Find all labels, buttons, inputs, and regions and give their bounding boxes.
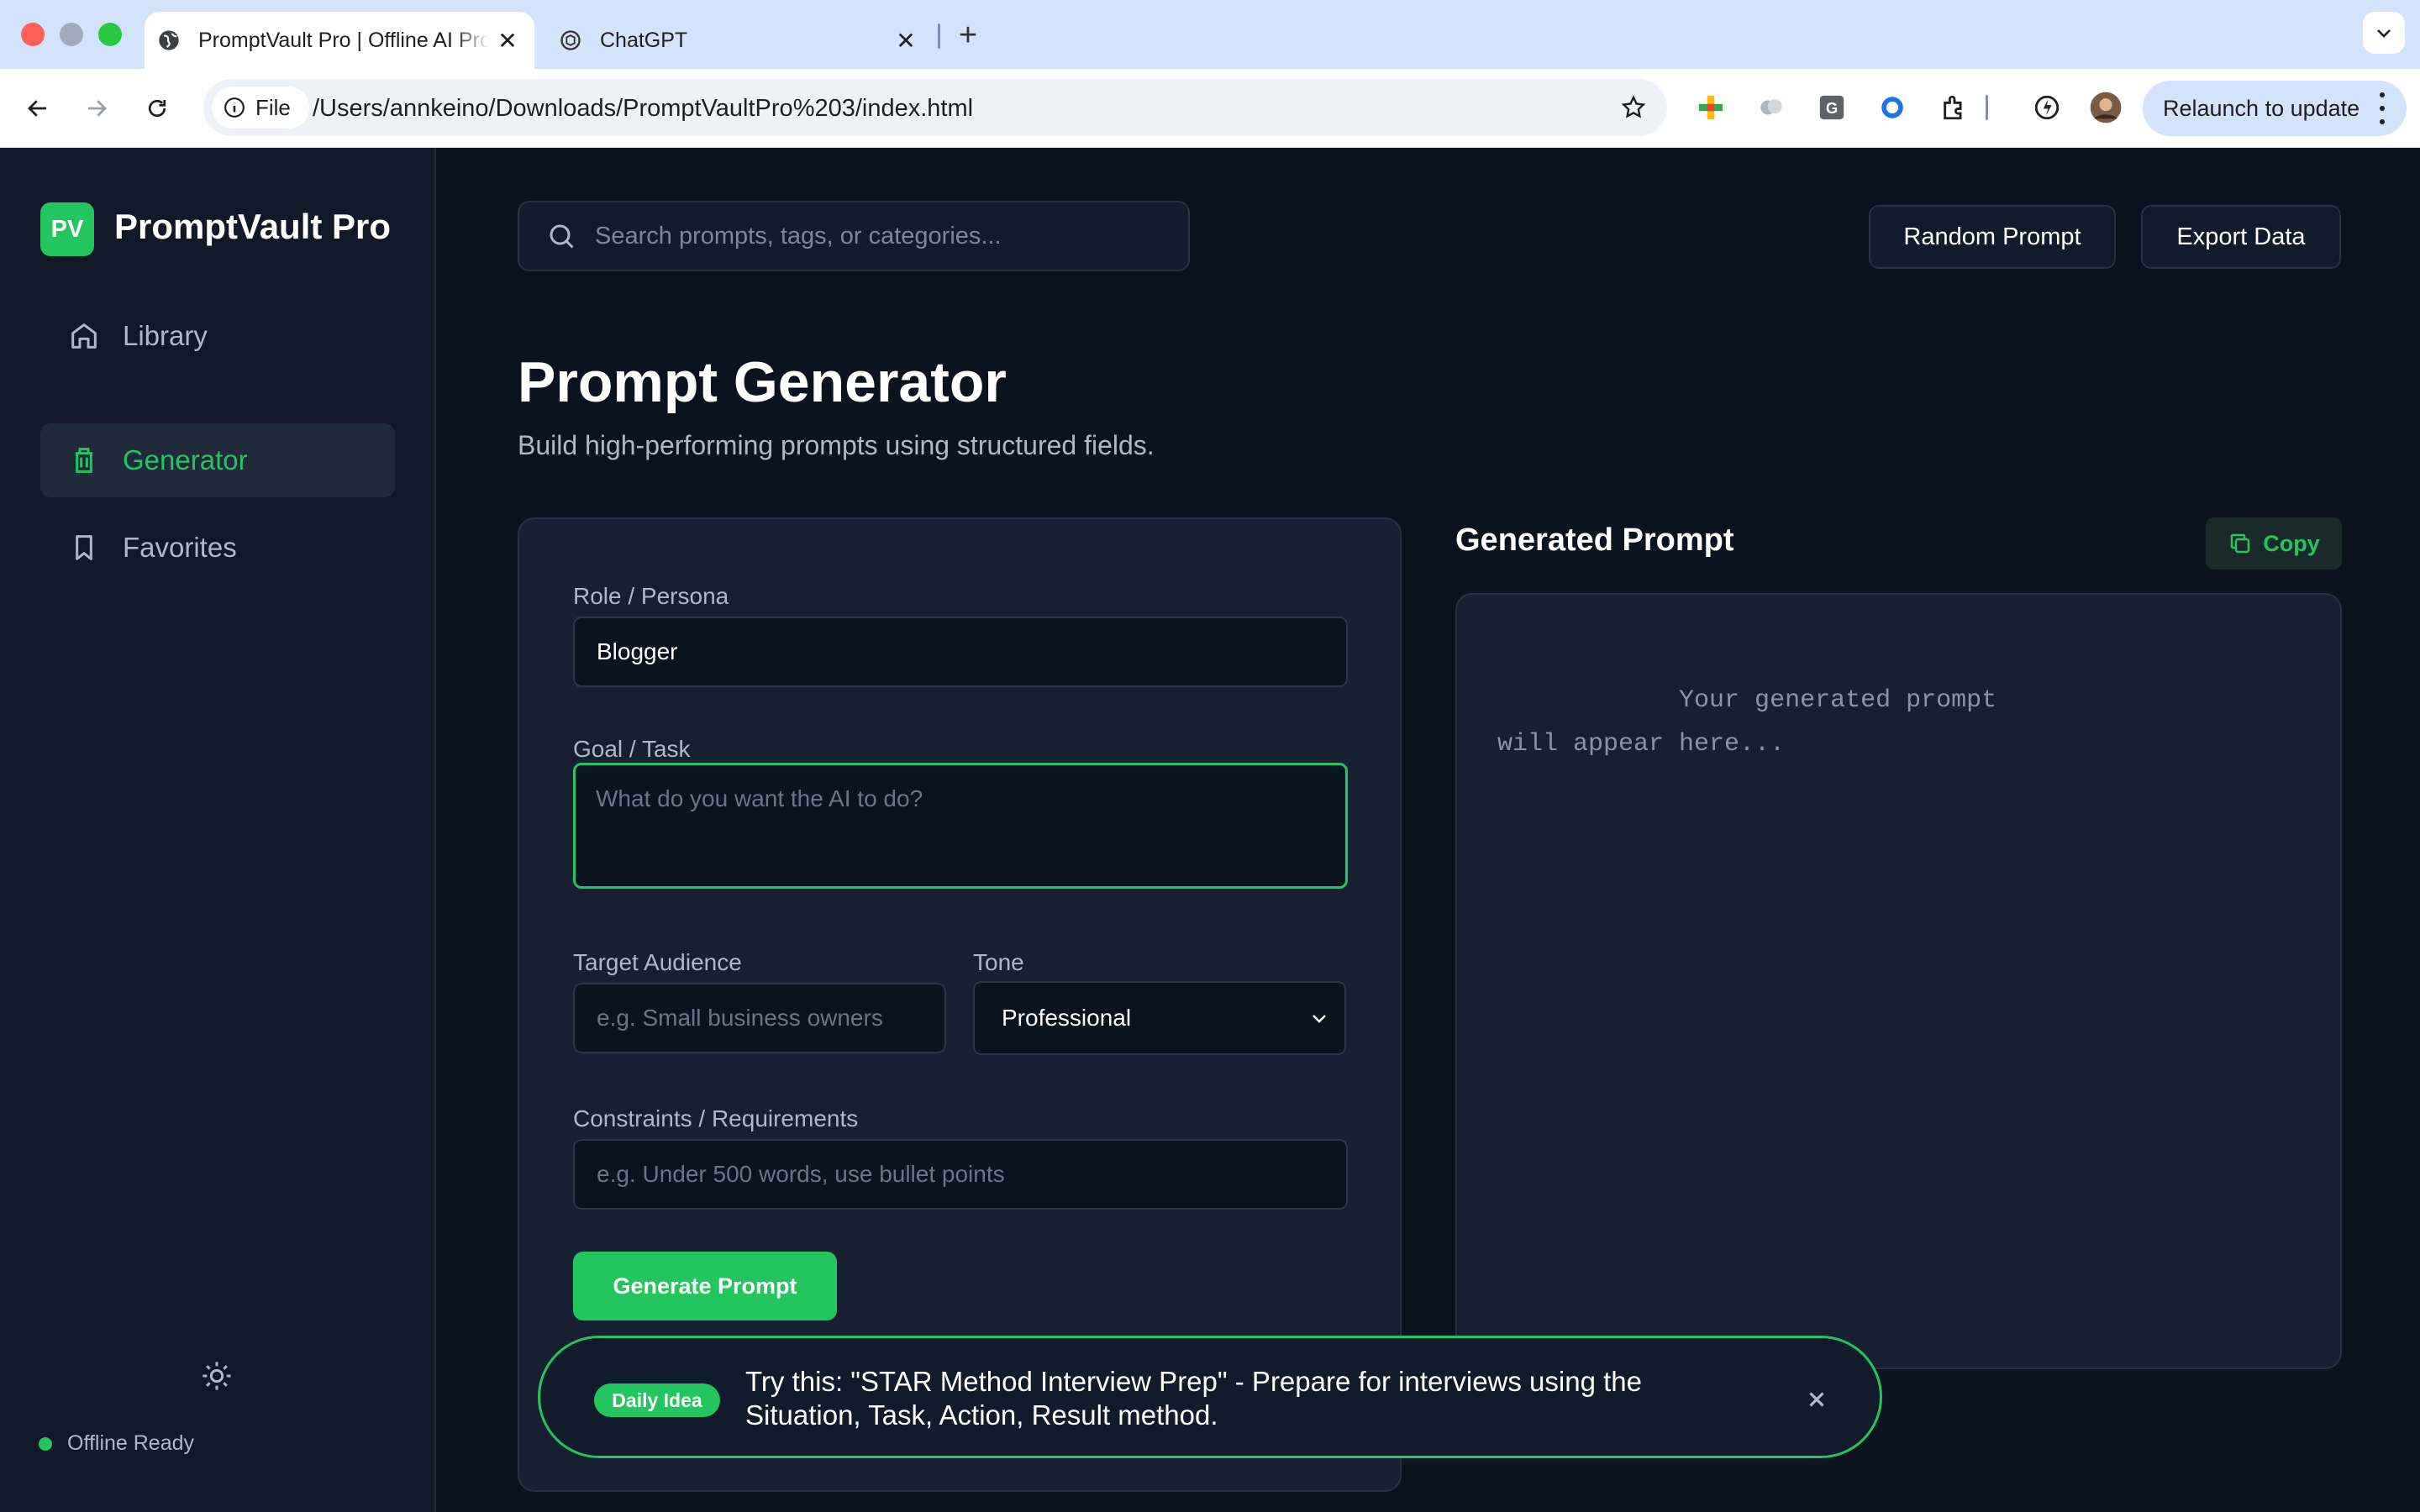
toast-message: Try this: "STAR Method Interview Prep" -… [745,1366,1642,1431]
generate-prompt-button[interactable]: Generate Prompt [573,1252,837,1320]
output-placeholder: Your generated prompt will appear here..… [1497,686,1997,759]
audience-input[interactable]: e.g. Small business owners [573,983,946,1053]
sidebar-item-favorites[interactable]: Favorites [40,511,395,585]
close-icon[interactable] [1801,1383,1833,1415]
export-data-button[interactable]: Export Data [2141,205,2341,269]
generated-prompt-output[interactable]: Your generated prompt will appear here..… [1455,593,2342,1369]
tab-promptvault[interactable]: PromptVault Pro | Offline AI Prompt Libr… [145,12,534,69]
address-bar[interactable]: File /Users/annkeino/Downloads/PromptVau… [203,79,1667,136]
chevron-down-icon [2377,29,2391,38]
relaunch-label: Relaunch to update [2163,95,2360,121]
toolbar-divider [1985,91,1988,124]
maximize-window-button[interactable] [98,23,122,46]
bookmark-star-button[interactable] [1618,92,1649,123]
page-title: Prompt Generator [518,350,1007,414]
extension-cloud-icon[interactable] [1754,91,1788,124]
tone-selected-value: Professional [1002,1005,1132,1031]
performance-icon[interactable] [2030,91,2064,124]
tab-chatgpt[interactable]: ChatGPT ✕ [546,12,933,69]
close-tab-icon[interactable]: ✕ [494,27,521,54]
daily-idea-toast: Daily Idea Try this: "STAR Method Interv… [538,1336,1882,1458]
tab-separator [938,24,940,49]
tone-label: Tone [973,949,1024,975]
relaunch-button[interactable]: Relaunch to update [2143,81,2407,136]
globe-icon [156,28,182,53]
status-dot [39,1436,52,1451]
extensions-puzzle-icon[interactable] [1938,91,1971,124]
copy-icon [2231,533,2250,554]
role-label: Role / Persona [573,583,729,609]
forward-button[interactable] [76,87,118,129]
constraints-label: Constraints / Requirements [573,1105,859,1131]
svg-text:G: G [1826,99,1838,117]
theme-toggle-button[interactable] [198,1357,235,1394]
trash-icon [76,448,92,473]
search-bar[interactable] [518,201,1190,271]
star-icon [1621,95,1646,118]
minimize-window-button[interactable] [60,23,83,46]
goal-textarea[interactable]: What do you want the AI to do? [573,763,1348,889]
extension-g-icon[interactable]: G [1815,91,1849,124]
arrow-right-icon [88,100,107,117]
search-input[interactable] [595,222,1166,250]
tab-title: PromptVault Pro | Offline AI Prompt Libr… [198,28,489,52]
profile-avatar[interactable] [2089,91,2123,124]
constraints-input[interactable]: e.g. Under 500 words, use bullet points [573,1139,1348,1210]
tab-title: ChatGPT [600,28,688,52]
goal-label: Goal / Task [573,736,691,762]
extension-ring-icon[interactable] [1876,91,1909,124]
daily-idea-badge: Daily Idea [594,1383,720,1417]
copy-button[interactable]: Copy [2206,517,2342,570]
arrow-left-icon [28,100,46,117]
reload-button[interactable] [136,87,178,129]
tone-select[interactable]: Professional [973,981,1346,1055]
bookmark-icon [76,535,92,560]
random-prompt-button[interactable]: Random Prompt [1869,205,2116,269]
close-window-button[interactable] [21,23,45,46]
status-label: Offline Ready [67,1431,195,1455]
kebab-menu-icon[interactable] [2376,92,2388,124]
brand-name: PromptVault Pro [114,207,392,246]
sidebar-item-label: Favorites [123,532,237,563]
app-logo: PV [40,202,94,256]
sidebar-item-label: Generator [123,444,248,475]
close-tab-icon[interactable]: ✕ [892,27,919,54]
tab-search-button[interactable] [2363,12,2405,54]
chatgpt-icon [558,28,583,53]
info-icon [224,97,245,118]
sidebar-item-label: Library [123,320,208,351]
sidebar: PV PromptVault Pro Library Generator Fav… [0,148,436,1512]
new-tab-button[interactable]: + [951,18,985,53]
extension-plus-icon[interactable] [1694,91,1728,124]
page-subtitle: Build high-performing prompts using stru… [518,430,1155,460]
copy-label: Copy [2263,530,2320,556]
search-icon [544,219,578,253]
sun-icon [203,1362,231,1390]
site-chip-label: File [255,94,291,120]
home-icon [71,323,97,349]
main-content: Random Prompt Export Data Prompt Generat… [438,148,2420,1512]
role-input[interactable]: Blogger [573,617,1348,687]
sidebar-item-library[interactable]: Library [40,299,395,373]
output-title: Generated Prompt [1455,522,1734,558]
offline-status: Offline Ready [39,1431,194,1456]
site-info-chip[interactable]: File [212,87,309,129]
back-button[interactable] [17,87,59,129]
browser-tabstrip: PromptVault Pro | Offline AI Prompt Libr… [0,0,2420,69]
chevron-down-icon [1313,1015,1326,1023]
reload-icon [148,99,166,118]
sidebar-item-generator[interactable]: Generator [40,423,395,497]
audience-label: Target Audience [573,949,742,975]
url-text[interactable]: /Users/annkeino/Downloads/PromptVaultPro… [313,95,973,123]
